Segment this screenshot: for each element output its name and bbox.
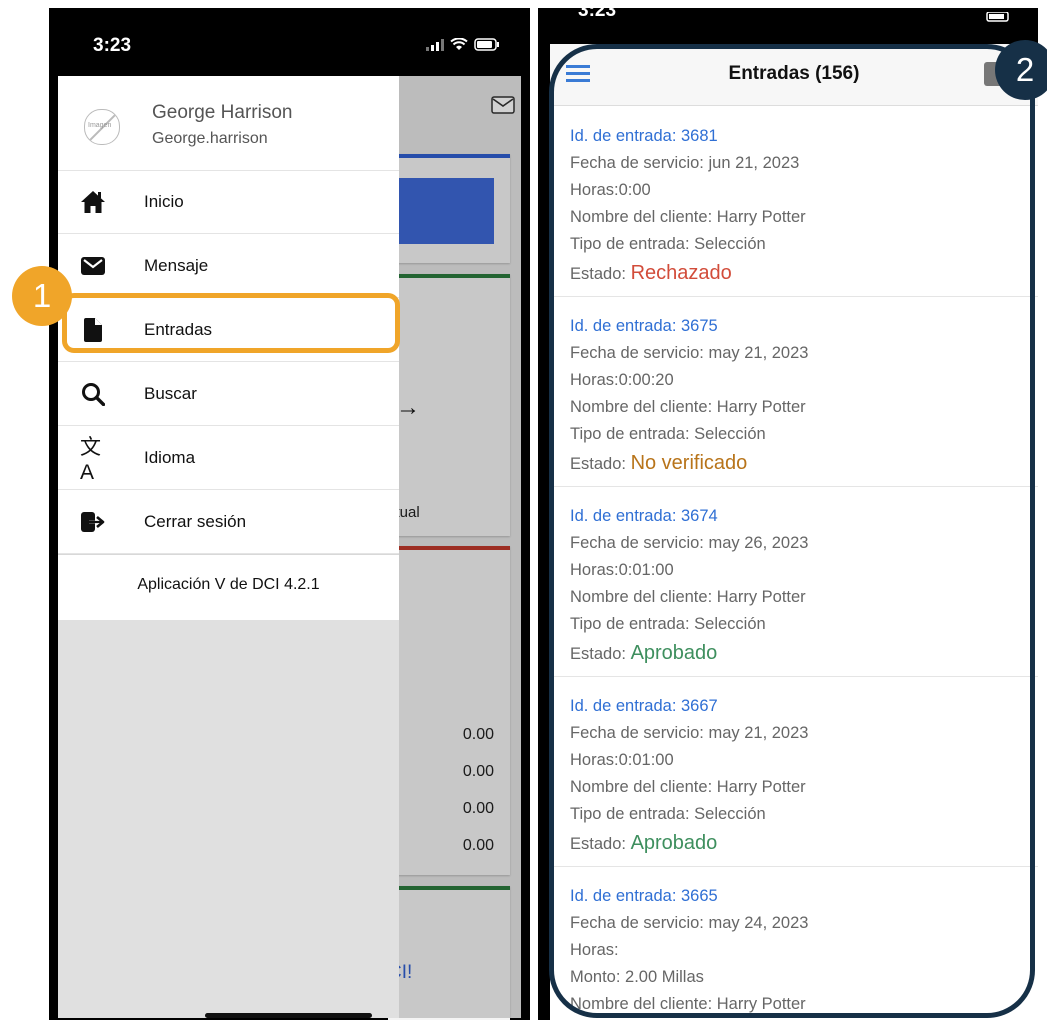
avatar-placeholder: Imagen xyxy=(88,122,112,129)
signal-icon xyxy=(426,38,444,51)
status-time: 3:23 xyxy=(93,35,132,56)
menu-item-label: Buscar xyxy=(144,384,197,403)
menu-item-label: Cerrar sesión xyxy=(144,512,247,531)
search-icon xyxy=(80,381,106,407)
battery-icon xyxy=(986,12,1009,22)
menu-item-mensaje[interactable]: Mensaje xyxy=(58,235,399,298)
highlight-entradas xyxy=(62,293,400,353)
menu-item-inicio[interactable]: Inicio xyxy=(58,171,399,234)
step-badge-2: 2 xyxy=(995,40,1047,100)
wifi-icon xyxy=(450,38,468,50)
envelope-icon xyxy=(80,253,106,279)
menu-item-label: Idioma xyxy=(144,448,196,467)
menu-item-cerrar-sesion[interactable]: Cerrar sesión xyxy=(58,491,399,554)
app-version: Aplicación V de DCI 4.2.1 xyxy=(137,576,320,593)
menu-item-label: Mensaje xyxy=(144,256,209,275)
battery-icon xyxy=(474,38,499,51)
home-icon xyxy=(80,189,106,215)
status-bar: 3:23 xyxy=(49,8,530,76)
logout-icon xyxy=(80,509,106,535)
navigation-drawer: Imagen George Harrison George.harrison I… xyxy=(58,76,399,1018)
avatar: Imagen xyxy=(84,109,120,145)
home-indicator[interactable] xyxy=(205,1013,372,1018)
highlight-entries-screen xyxy=(549,44,1035,1018)
step-badge-1: 1 xyxy=(12,266,72,326)
translate-icon: 文A xyxy=(80,436,101,484)
divider xyxy=(58,554,399,555)
status-icons xyxy=(986,12,1012,22)
menu-item-label: Inicio xyxy=(144,192,184,211)
profile-username: George.harrison xyxy=(152,130,268,147)
status-icons xyxy=(426,38,500,51)
menu-item-buscar[interactable]: Buscar xyxy=(58,363,399,426)
profile-header: Imagen George Harrison George.harrison xyxy=(58,76,399,171)
status-time: 3:23 xyxy=(578,8,617,21)
menu-item-idioma[interactable]: 文A Idioma xyxy=(58,427,399,490)
profile-name: George Harrison xyxy=(152,102,293,123)
left-phone-screenshot: 3:23 → a ctual 0.00 0.00 0.00 0.00 CI! xyxy=(49,8,530,1020)
